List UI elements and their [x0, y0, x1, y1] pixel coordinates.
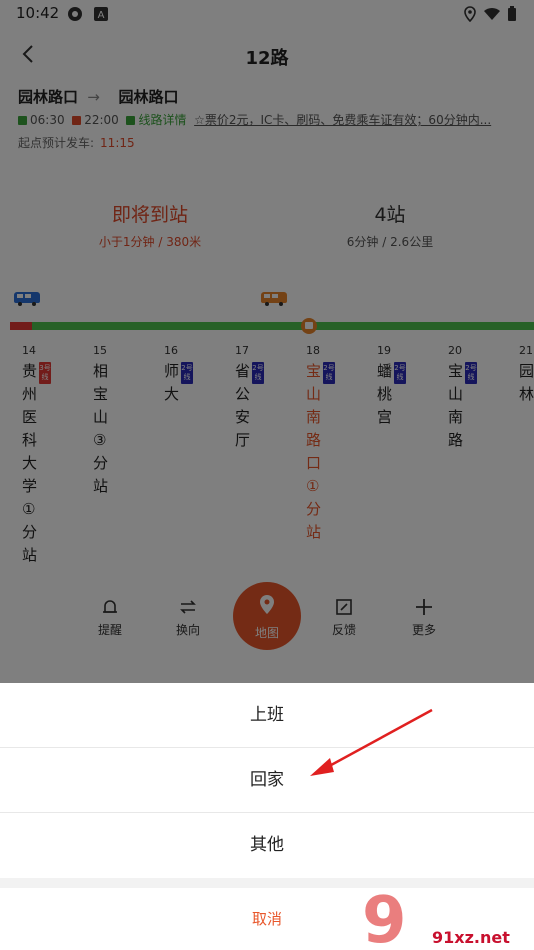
svg-text:9: 9 — [362, 884, 407, 950]
sheet-gap — [0, 878, 534, 888]
watermark-logo-icon: 9 — [362, 884, 407, 950]
annotation-arrow-icon — [310, 708, 433, 776]
option-home[interactable]: 回家 — [0, 748, 534, 812]
modal-backdrop[interactable] — [0, 0, 534, 683]
option-other[interactable]: 其他 — [0, 813, 534, 877]
watermark-sub: 91xz.net — [432, 928, 510, 947]
option-work[interactable]: 上班 — [0, 683, 534, 747]
